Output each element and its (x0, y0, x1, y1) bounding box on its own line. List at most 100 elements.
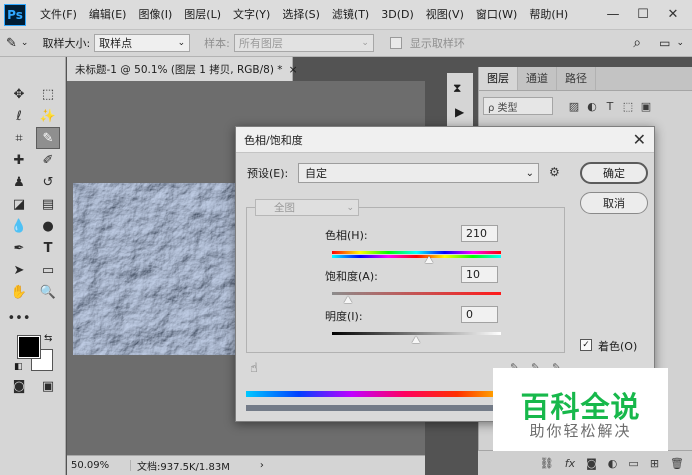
gear-icon[interactable]: ⚙ (549, 165, 560, 179)
tab-layers[interactable]: 图层 (479, 67, 518, 90)
channel-value: 全图 (274, 202, 295, 214)
lightness-input[interactable]: 0 (461, 306, 498, 323)
layer-kind-filter[interactable]: ρ 类型 (483, 97, 553, 115)
search-icon[interactable]: ⌕ (633, 35, 641, 51)
preset-select[interactable]: 自定 ⌄ (298, 163, 539, 183)
sample-size-label: 取样大小: (42, 37, 91, 50)
history-brush-tool-icon[interactable]: ↺ (36, 171, 60, 193)
new-layer-icon[interactable]: ⊞ (650, 457, 659, 470)
screen-mode-icon[interactable]: ▣ (36, 375, 60, 397)
menu-image[interactable]: 图像(I) (132, 0, 178, 29)
type-filter-icon[interactable]: T (601, 100, 619, 113)
crop-tool-icon[interactable]: ⌗ (7, 127, 31, 149)
lightness-label: 明度(I): (325, 310, 363, 323)
gradient-tool-icon[interactable]: ▤ (36, 193, 60, 215)
stamp-tool-icon[interactable]: ♟ (7, 171, 31, 193)
menu-file[interactable]: 文件(F) (34, 0, 83, 29)
menu-items: 文件(F) 编辑(E) 图像(I) 图层(L) 文字(Y) 选择(S) 滤镜(T… (34, 0, 574, 29)
sample-size-select[interactable]: 取样点 ⌄ (94, 34, 191, 52)
maximize-button[interactable]: ☐ (628, 4, 658, 26)
menu-window[interactable]: 窗口(W) (470, 0, 523, 29)
saturation-input[interactable]: 10 (461, 266, 498, 283)
sample-select[interactable]: 所有图层 ⌄ (233, 34, 374, 52)
adjustment-layer-icon[interactable]: ◐ (608, 457, 618, 470)
swap-colors-icon[interactable]: ⇆ (44, 333, 52, 344)
more-tools-icon[interactable]: ••• (7, 307, 31, 329)
workspace-chevron-icon[interactable]: ⌄ (676, 38, 684, 48)
close-window-button[interactable]: ✕ (658, 4, 688, 26)
layer-style-icon[interactable]: fx (565, 457, 575, 470)
tab-channels[interactable]: 通道 (518, 67, 557, 90)
workspace-icon[interactable]: ▭ (659, 36, 670, 50)
menu-select[interactable]: 选择(S) (276, 0, 326, 29)
blur-tool-icon[interactable]: 💧 (7, 215, 31, 237)
menu-filter[interactable]: 滤镜(T) (326, 0, 375, 29)
adjustment-filter-icon[interactable]: ◐ (583, 100, 601, 113)
shape-filter-icon[interactable]: ⬚ (619, 100, 637, 113)
menu-bar: Ps 文件(F) 编辑(E) 图像(I) 图层(L) 文字(Y) 选择(S) 滤… (0, 0, 692, 29)
hand-tool-icon[interactable]: ✋ (7, 281, 31, 303)
type-tool-icon[interactable]: T (36, 237, 60, 259)
layer-mask-icon[interactable]: ◙ (586, 457, 597, 470)
hue-track-top (332, 251, 501, 254)
menu-type[interactable]: 文字(Y) (227, 0, 276, 29)
zoom-level[interactable]: 50.09% (67, 460, 131, 471)
show-ring-label: 显示取样环 (409, 37, 465, 50)
ok-button[interactable]: 确定 (580, 162, 648, 184)
link-layers-icon[interactable]: ⛓ (540, 457, 554, 470)
foreground-color-swatch[interactable] (17, 335, 41, 359)
play-action-icon[interactable]: ▶ (455, 105, 464, 119)
hue-slider-thumb[interactable] (425, 256, 433, 263)
minimize-button[interactable]: — (598, 4, 628, 26)
smart-object-filter-icon[interactable]: ▣ (637, 100, 655, 113)
default-colors-icon[interactable]: ◧ (14, 362, 23, 372)
sample-value: 所有图层 (238, 37, 283, 50)
trash-icon[interactable]: 🗑 (670, 457, 684, 470)
group-icon[interactable]: ▭ (628, 457, 638, 470)
move-tool-icon[interactable]: ✥ (7, 83, 31, 105)
quick-mask-icon[interactable]: ◙ (7, 375, 31, 397)
marquee-tool-icon[interactable]: ⬚ (36, 83, 60, 105)
zoom-tool-icon[interactable]: 🔍 (36, 281, 60, 303)
tab-paths[interactable]: 路径 (557, 67, 596, 90)
path-selection-tool-icon[interactable]: ➤ (7, 259, 31, 281)
eyedropper-tool-icon[interactable]: ✎ (36, 127, 60, 149)
saturation-track (332, 292, 501, 295)
options-bar: ✎ ⌄ 取样大小: 取样点 ⌄ 样本: 所有图层 ⌄ 显示取样环 ⌕ ▭ ⌄ (0, 29, 692, 57)
dialog-close-icon[interactable]: ✕ (633, 130, 646, 149)
close-tab-icon[interactable]: × (289, 63, 298, 76)
rectangle-tool-icon[interactable]: ▭ (36, 259, 60, 281)
eyedropper-preset-icon[interactable]: ✎ (6, 36, 17, 51)
menu-edit[interactable]: 编辑(E) (83, 0, 133, 29)
menu-3d[interactable]: 3D(D) (375, 0, 420, 29)
dodge-tool-icon[interactable]: ● (36, 215, 60, 237)
channel-select[interactable]: 全图 ⌄ (255, 199, 359, 216)
layers-panel-footer: ⛓ fx ◙ ◐ ▭ ⊞ 🗑 (478, 450, 692, 475)
magic-wand-tool-icon[interactable]: ✨ (36, 105, 60, 127)
colorize-checkbox[interactable]: ✓ (580, 339, 592, 351)
preset-chevron-icon[interactable]: ⌄ (21, 38, 29, 48)
menu-view[interactable]: 视图(V) (420, 0, 470, 29)
document-info: 文档:937.5K/1.83M (137, 462, 230, 473)
saturation-slider-thumb[interactable] (344, 296, 352, 303)
menu-help[interactable]: 帮助(H) (523, 0, 574, 29)
lightness-slider-thumb[interactable] (412, 336, 420, 343)
status-arrow-icon[interactable]: › (260, 460, 264, 471)
document-tab-title: 未标题-1 @ 50.1% (图层 1 拷贝, RGB/8) * (75, 63, 283, 76)
brush-tool-icon[interactable]: ✐ (36, 149, 60, 171)
hue-label: 色相(H): (325, 229, 368, 242)
menu-layer[interactable]: 图层(L) (178, 0, 227, 29)
document-tab[interactable]: 未标题-1 @ 50.1% (图层 1 拷贝, RGB/8) * × (67, 57, 298, 81)
history-icon[interactable]: ⧗ (453, 81, 461, 96)
chevron-down-icon: ⌄ (346, 202, 354, 213)
pen-tool-icon[interactable]: ✒ (7, 237, 31, 259)
hand-adjust-icon[interactable]: ☝ (250, 361, 258, 376)
hue-input[interactable]: 210 (461, 225, 498, 242)
cancel-button[interactable]: 取消 (580, 192, 648, 214)
layer-kind-label: ρ 类型 (488, 102, 518, 114)
healing-brush-tool-icon[interactable]: ✚ (7, 149, 31, 171)
eraser-tool-icon[interactable]: ◪ (7, 193, 31, 215)
lasso-tool-icon[interactable]: ℓ (7, 105, 31, 127)
image-filter-icon[interactable]: ▨ (565, 100, 583, 113)
show-ring-checkbox[interactable] (389, 37, 402, 49)
